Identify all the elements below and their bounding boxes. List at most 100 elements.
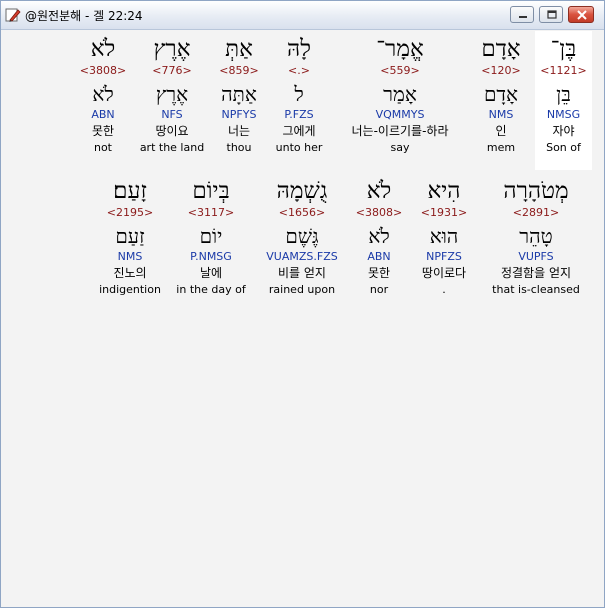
strongs-number[interactable]: <559> (335, 63, 465, 79)
lemma-text: יוֹם (199, 224, 223, 248)
minimize-button[interactable] (510, 6, 534, 23)
lemma-text: גֶּשֶׁם (285, 224, 319, 248)
hebrew-text: הִיא (427, 178, 461, 204)
lemma-text: ל (294, 82, 304, 106)
word-cell[interactable]: גֻשְׁמָהּ <1656> גֶּשֶׁם VUAMZS.FZS 비를 얻… (257, 177, 347, 298)
strongs-number[interactable]: <.> (269, 63, 329, 79)
english-gloss: art the land (139, 141, 205, 154)
lemma-text: לֹא (92, 82, 114, 106)
strongs-number[interactable]: <776> (135, 63, 209, 79)
hebrew-text: אַתְּ (225, 36, 253, 62)
parsing-code: VUAMZS.FZS (266, 250, 338, 263)
word-cell[interactable]: אֱמָר־ <559> אָמַר VQMMYS 너는-이르기를-하라 say (335, 35, 465, 156)
close-button[interactable] (568, 6, 594, 23)
parsing-code: NMS (117, 250, 143, 263)
strongs-number[interactable]: <1656> (257, 205, 347, 221)
lemma-text: לֹא (368, 224, 390, 248)
strongs-number[interactable]: <2891> (483, 205, 589, 221)
strongs-number[interactable]: <859> (211, 63, 267, 79)
korean-gloss: 정결함을 얻지 (500, 266, 572, 280)
pen-edit-icon[interactable] (5, 7, 21, 23)
hebrew-text: אֶרֶץ (153, 36, 191, 62)
word-cell[interactable]: אֶרֶץ <776> אֶרֶץ NFS 땅이요 art the land (135, 35, 209, 156)
hebrew-text: גֻשְׁמָהּ (276, 178, 328, 204)
korean-gloss: 비를 얻지 (278, 266, 326, 280)
parsing-code: P.FZS (284, 108, 314, 121)
lemma-text: הוּא (429, 224, 459, 248)
word-cell[interactable]: לָהּ <.> ל P.FZS 그에게 unto her (269, 35, 329, 156)
hebrew-text: לֹא (90, 36, 116, 62)
parsing-code: VUPFS (518, 250, 554, 263)
word-cell[interactable]: בְּיוֹם <3117> יוֹם P.NMSG 날에 in the day… (171, 177, 251, 298)
hebrew-text: לָהּ (287, 36, 311, 62)
english-gloss: that is-cleansed (492, 283, 580, 296)
window-title: @원전분해 - 겔 22:24 (25, 9, 143, 23)
parsing-code: NMSG (546, 108, 581, 121)
english-gloss: thou (226, 141, 252, 154)
hebrew-text: בְּיוֹם (192, 178, 230, 204)
korean-gloss: 못한 (367, 266, 391, 280)
lemma-text: אֶרֶץ (155, 82, 189, 106)
word-cell[interactable]: אָדָם <120> אָדָם NMS 인 mem (471, 35, 531, 156)
hebrew-text: מְטֹהָרָה (503, 178, 569, 204)
korean-gloss: 인 (495, 124, 507, 138)
korean-gloss: 진노의 (113, 266, 147, 280)
english-gloss: mem (486, 141, 516, 154)
lemma-text: אָמַר (383, 82, 417, 106)
english-gloss: . (442, 283, 446, 296)
korean-gloss: 너는 (227, 124, 251, 138)
word-cell[interactable]: לֹא <3808> לֹא ABN 못한 not (77, 35, 129, 156)
korean-gloss: 자야 (552, 124, 575, 138)
korean-gloss: 못한 (91, 124, 115, 138)
word-cell[interactable]: לֹא <3808> לֹא ABN 못한 nor (353, 177, 405, 298)
korean-gloss: 땅이로다 (421, 266, 467, 280)
minimize-icon (519, 16, 527, 18)
strongs-number[interactable]: <3117> (171, 205, 251, 221)
strongs-number[interactable]: <1121> (535, 63, 592, 79)
hebrew-text: אֱמָר־ (376, 36, 424, 62)
parsing-code: P.NMSG (190, 250, 232, 263)
english-gloss: rained upon (268, 283, 336, 296)
hebrew-text: בֶּן־ (550, 36, 577, 62)
interlinear-content: בֶּן־ <1121> בֵּן NMSG 자야 Son of אָדָם <… (7, 31, 598, 603)
word-cell[interactable]: מְטֹהָרָה <2891> טָהֵר VUPFS 정결함을 얻지 tha… (483, 177, 589, 298)
word-cell[interactable]: אַתְּ <859> אַתָּה NPFYS 너는 thou (211, 35, 267, 156)
strongs-number[interactable]: <120> (471, 63, 531, 79)
strongs-number[interactable]: <3808> (353, 205, 405, 221)
english-gloss: say (390, 141, 410, 154)
english-gloss: not (93, 141, 112, 154)
english-gloss: Son of (546, 141, 581, 154)
maximize-icon (547, 10, 557, 19)
korean-gloss: 땅이요 (155, 124, 189, 138)
korean-gloss: 날에 (199, 266, 223, 280)
parsing-code: NFS (161, 108, 183, 121)
hebrew-text: לֹא (366, 178, 392, 204)
word-cell[interactable]: בֶּן־ <1121> בֵּן NMSG 자야 Son of (535, 35, 592, 156)
english-gloss: unto her (275, 141, 323, 154)
english-gloss: indigention (99, 283, 161, 296)
interlinear-window: @원전분해 - 겔 22:24 בֶּן־ <1121> בֵּן NMSG 자… (0, 0, 605, 608)
lemma-text: טָהֵר (519, 224, 553, 248)
korean-gloss: 그에게 (282, 124, 316, 138)
hebrew-text: זָעַם׃ (113, 178, 147, 204)
title-bar[interactable]: @원전분해 - 겔 22:24 (1, 1, 604, 30)
strongs-number[interactable]: <1931> (411, 205, 477, 221)
english-gloss: nor (369, 283, 389, 296)
close-icon (577, 10, 587, 20)
parsing-code: ABN (367, 250, 391, 263)
lemma-text: אַתָּה (221, 82, 257, 106)
korean-gloss: 너는-이르기를-하라 (351, 124, 449, 138)
maximize-button[interactable] (539, 6, 563, 23)
lemma-text: אָדָם (483, 82, 519, 106)
word-cell[interactable]: הִיא <1931> הוּא NPFZS 땅이로다 . (411, 177, 477, 298)
strongs-number[interactable]: <2195> (95, 205, 165, 221)
parsing-code: NMS (488, 108, 514, 121)
strongs-number[interactable]: <3808> (77, 63, 129, 79)
parsing-code: VQMMYS (375, 108, 425, 121)
parsing-code: NPFYS (221, 108, 257, 121)
parsing-code: NPFZS (426, 250, 462, 263)
word-cell[interactable]: זָעַם׃ <2195> זַעַם NMS 진노의 indigention (95, 177, 165, 298)
hebrew-text: אָדָם (481, 36, 521, 62)
parsing-code: ABN (91, 108, 115, 121)
lemma-text: זַעַם (115, 224, 145, 248)
